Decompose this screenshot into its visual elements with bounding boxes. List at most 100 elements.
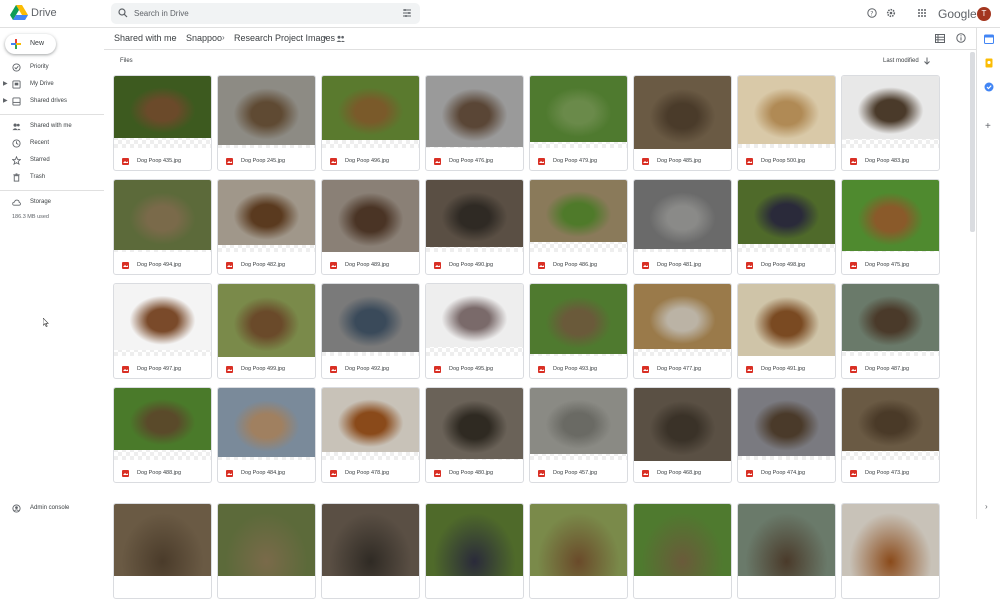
file-thumbnail[interactable] — [842, 504, 939, 576]
arrow-down-icon[interactable] — [923, 57, 931, 65]
file-thumbnail[interactable] — [322, 284, 419, 352]
file-thumbnail[interactable] — [842, 76, 939, 139]
info-icon[interactable] — [956, 33, 966, 43]
file-card[interactable]: Dog Poop 475.jpg — [841, 179, 940, 275]
scrollbar-thumb[interactable] — [970, 52, 975, 232]
file-card[interactable] — [841, 503, 940, 599]
help-icon[interactable]: ? — [867, 8, 877, 18]
file-card[interactable]: Dog Poop 488.jpg — [113, 387, 212, 483]
file-thumbnail[interactable] — [530, 388, 627, 454]
file-card[interactable]: Dog Poop 476.jpg — [425, 75, 524, 171]
sidebar-item-trash[interactable]: Trash — [0, 171, 104, 185]
sidebar-item-priority[interactable]: Priority — [0, 61, 104, 75]
sidebar-item-my-drive[interactable]: ▶ My Drive — [0, 78, 104, 92]
file-thumbnail[interactable] — [738, 284, 835, 356]
file-thumbnail[interactable] — [738, 504, 835, 576]
avatar[interactable]: T — [977, 7, 991, 21]
apps-grid-icon[interactable] — [917, 8, 927, 18]
file-card[interactable]: Dog Poop 457.jpg — [529, 387, 628, 483]
file-thumbnail[interactable] — [842, 388, 939, 451]
file-thumbnail[interactable] — [114, 504, 211, 576]
sidebar-item-admin-console[interactable]: Admin console — [0, 502, 104, 516]
file-thumbnail[interactable] — [114, 284, 211, 350]
file-card[interactable]: Dog Poop 484.jpg — [217, 387, 316, 483]
file-card[interactable]: Dog Poop 494.jpg — [113, 179, 212, 275]
expand-caret-icon[interactable]: ▶ — [3, 97, 8, 104]
new-button[interactable]: New — [5, 34, 56, 54]
file-card[interactable]: Dog Poop 473.jpg — [841, 387, 940, 483]
file-card[interactable]: Dog Poop 468.jpg — [633, 387, 732, 483]
search-icon[interactable] — [118, 8, 128, 18]
list-view-icon[interactable] — [935, 34, 945, 43]
file-card[interactable]: Dog Poop 491.jpg — [737, 283, 836, 379]
file-card[interactable]: Dog Poop 489.jpg — [321, 179, 420, 275]
file-thumbnail[interactable] — [322, 180, 419, 252]
file-card[interactable] — [113, 503, 212, 599]
file-card[interactable]: Dog Poop 479.jpg — [529, 75, 628, 171]
file-card[interactable] — [737, 503, 836, 599]
file-card[interactable] — [425, 503, 524, 599]
file-thumbnail[interactable] — [426, 76, 523, 147]
search-input[interactable]: Search in Drive — [134, 9, 189, 18]
file-card[interactable]: Dog Poop 477.jpg — [633, 283, 732, 379]
calendar-icon[interactable] — [984, 34, 994, 44]
file-card[interactable]: Dog Poop 500.jpg — [737, 75, 836, 171]
breadcrumb-item-snappoo[interactable]: Snappoo — [186, 33, 222, 43]
file-card[interactable]: Dog Poop 486.jpg — [529, 179, 628, 275]
google-wordmark[interactable]: Google — [938, 7, 977, 21]
file-card[interactable]: Dog Poop 435.jpg — [113, 75, 212, 171]
file-thumbnail[interactable] — [842, 284, 939, 351]
file-card[interactable]: Dog Poop 497.jpg — [113, 283, 212, 379]
file-thumbnail[interactable] — [842, 180, 939, 251]
file-thumbnail[interactable] — [426, 504, 523, 576]
file-card[interactable]: Dog Poop 498.jpg — [737, 179, 836, 275]
file-card[interactable] — [321, 503, 420, 599]
expand-caret-icon[interactable]: ▶ — [3, 80, 8, 87]
file-thumbnail[interactable] — [426, 388, 523, 459]
file-thumbnail[interactable] — [114, 76, 211, 138]
breadcrumb-item-shared-with-me[interactable]: Shared with me — [114, 33, 177, 43]
file-card[interactable]: Dog Poop 490.jpg — [425, 179, 524, 275]
file-card[interactable] — [529, 503, 628, 599]
file-thumbnail[interactable] — [218, 284, 315, 357]
file-thumbnail[interactable] — [322, 76, 419, 140]
keep-icon[interactable] — [984, 58, 994, 68]
file-thumbnail[interactable] — [530, 504, 627, 576]
file-thumbnail[interactable] — [530, 180, 627, 242]
file-card[interactable]: Dog Poop 495.jpg — [425, 283, 524, 379]
file-card[interactable]: Dog Poop 496.jpg — [321, 75, 420, 171]
file-thumbnail[interactable] — [218, 504, 315, 576]
search-bar[interactable]: Search in Drive — [111, 3, 420, 24]
chevron-right-icon[interactable]: › — [985, 502, 988, 511]
file-thumbnail[interactable] — [218, 180, 315, 245]
caret-down-icon[interactable]: ▾ — [323, 34, 327, 42]
file-thumbnail[interactable] — [634, 504, 731, 576]
file-card[interactable]: Dog Poop 474.jpg — [737, 387, 836, 483]
file-thumbnail[interactable] — [218, 76, 315, 145]
sidebar-item-recent[interactable]: Recent — [0, 137, 104, 151]
file-thumbnail[interactable] — [634, 76, 731, 149]
sidebar-item-shared-with-me[interactable]: Shared with me — [0, 120, 104, 134]
file-thumbnail[interactable] — [738, 388, 835, 456]
file-thumbnail[interactable] — [634, 284, 731, 349]
breadcrumb-item-current-folder[interactable]: Research Project Images — [234, 33, 335, 43]
add-addon-icon[interactable]: + — [985, 121, 991, 132]
file-thumbnail[interactable] — [114, 388, 211, 450]
file-card[interactable]: Dog Poop 478.jpg — [321, 387, 420, 483]
file-thumbnail[interactable] — [218, 388, 315, 457]
file-card[interactable]: Dog Poop 483.jpg — [841, 75, 940, 171]
gear-icon[interactable] — [886, 8, 896, 18]
file-thumbnail[interactable] — [426, 180, 523, 247]
file-thumbnail[interactable] — [634, 388, 731, 461]
file-thumbnail[interactable] — [322, 504, 419, 576]
shared-folder-people-icon[interactable] — [336, 35, 346, 43]
file-thumbnail[interactable] — [114, 180, 211, 250]
tasks-icon[interactable] — [984, 82, 994, 92]
file-card[interactable]: Dog Poop 245.jpg — [217, 75, 316, 171]
file-card[interactable]: Dog Poop 487.jpg — [841, 283, 940, 379]
file-card[interactable]: Dog Poop 481.jpg — [633, 179, 732, 275]
file-card[interactable]: Dog Poop 492.jpg — [321, 283, 420, 379]
sort-label[interactable]: Last modified — [883, 58, 919, 64]
file-thumbnail[interactable] — [634, 180, 731, 249]
file-card[interactable]: Dog Poop 499.jpg — [217, 283, 316, 379]
